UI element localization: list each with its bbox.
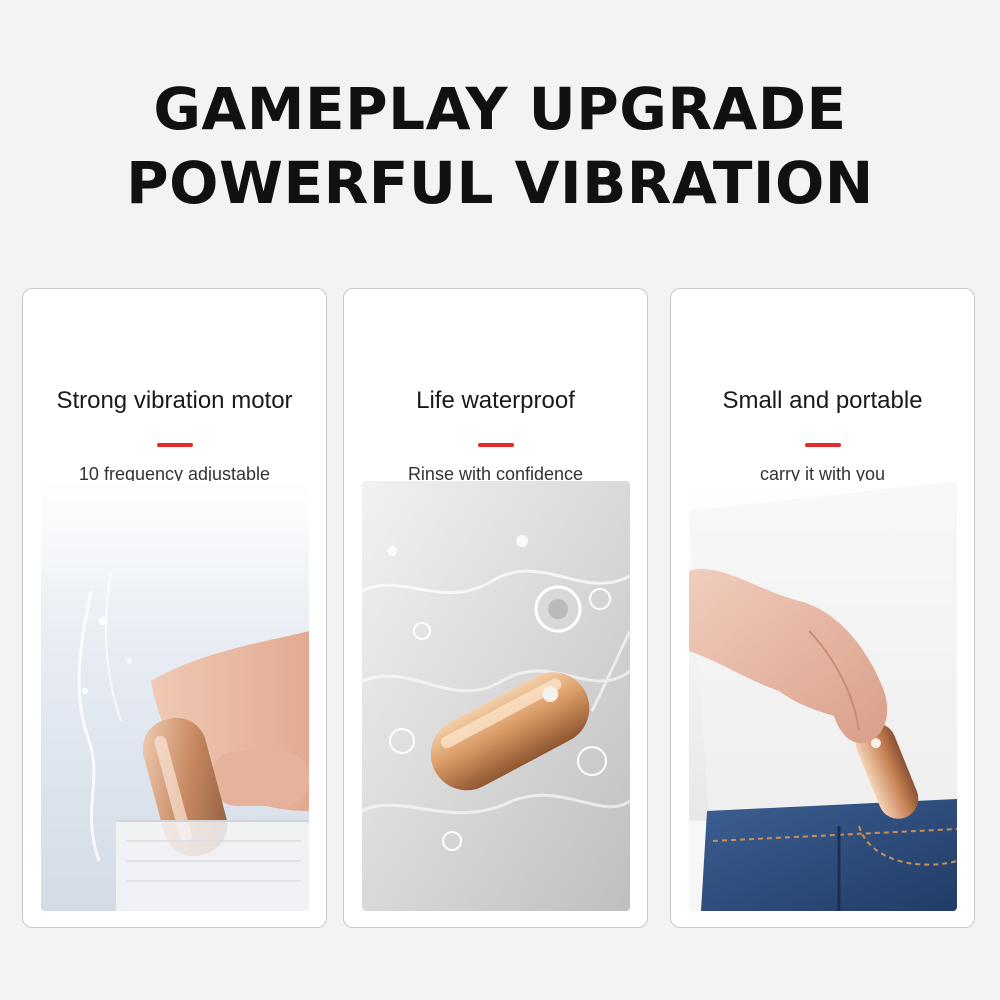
feature-card-portable: Small and portable carry it with you [670,288,975,928]
card-title: Strong vibration motor [56,387,293,414]
product-in-water-photo [362,481,630,911]
headline-line-2: POWERFUL VIBRATION [126,149,874,217]
product-in-pocket-photo [689,481,957,911]
accent-dash [804,443,841,447]
hand-holding-product-photo [41,481,309,911]
accent-dash [477,443,514,447]
feature-card-waterproof: Life waterproof Rinse with confidence [343,288,648,928]
headline-line-1: GAMEPLAY UPGRADE [153,75,847,143]
headline: GAMEPLAY UPGRADE POWERFUL VIBRATION [0,72,1000,220]
card-title: Life waterproof [416,387,575,414]
accent-dash [156,443,193,447]
feature-card-vibration: Strong vibration motor 10 frequency adju… [22,288,327,928]
card-title: Small and portable [722,387,923,414]
